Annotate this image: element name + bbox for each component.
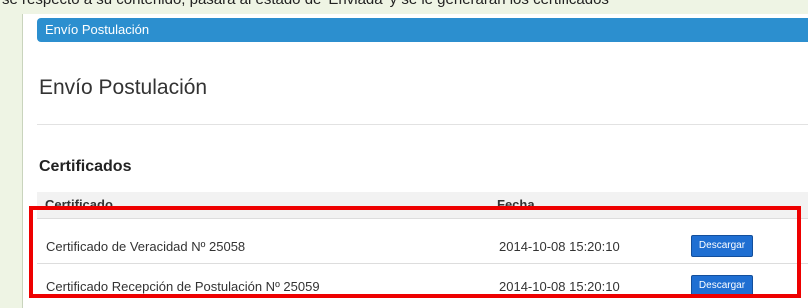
panel-header-bar: Envío Postulación — [37, 18, 808, 42]
instruction-text: se respecto a su contenido, pasará al es… — [2, 0, 609, 8]
highlight-box — [29, 206, 801, 298]
title-divider — [37, 124, 808, 125]
page-title: Envío Postulación — [39, 76, 208, 99]
certificates-section-title: Certificados — [39, 158, 132, 175]
